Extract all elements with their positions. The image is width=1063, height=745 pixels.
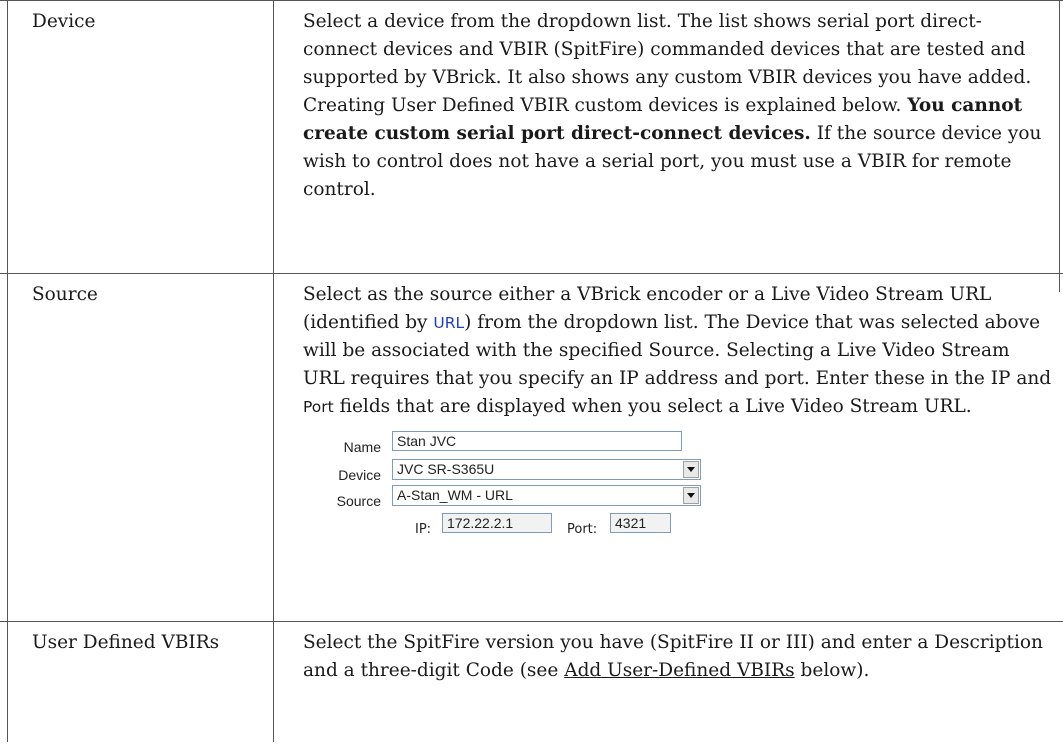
row-description-user-defined-vbirs: Select the SpitFire version you have (Sp… [288,622,1063,697]
chevron-down-icon[interactable] [683,487,699,504]
ip-label: IP: [415,522,432,537]
port-code-term: Port [303,398,334,416]
device-select[interactable]: JVC SR-S365U [392,459,701,480]
device-label: Device [338,467,381,483]
device-form-screenshot: Name Stan JVC Device JVC SR-S365U Source… [303,425,743,565]
row-label-device: Device [32,11,96,32]
table-row-device: Device Select a device from the dropdown… [0,0,1063,273]
url-code-term: URL [433,314,465,332]
row-description-source: Select as the source either a VBrick enc… [288,274,1063,577]
ip-field[interactable]: 172.22.2.1 [442,513,552,533]
port-field[interactable]: 4321 [610,513,671,533]
source-select[interactable]: A-Stan_WM - URL [392,485,701,506]
source-label: Source [336,493,381,509]
vbir-text-part2: below). [794,660,870,681]
name-field[interactable]: Stan JVC [392,431,682,451]
source-select-value: A-Stan_WM - URL [397,487,513,503]
port-label: Port: [567,522,598,537]
name-label: Name [343,439,381,455]
device-select-value: JVC SR-S365U [397,461,495,477]
chevron-down-icon[interactable] [683,461,699,478]
add-user-defined-vbirs-link[interactable]: Add User-Defined VBIRs [564,660,794,681]
row-description-device: Select a device from the dropdown list. … [288,1,1063,216]
row-label-user-defined-vbirs: User Defined VBIRs [32,632,220,653]
table-row-source: Source Select as the source either a VBr… [0,273,1063,621]
definition-table: Device Select a device from the dropdown… [0,0,1063,745]
source-text-part3: fields that are displayed when you selec… [333,396,972,417]
table-row-user-defined-vbirs: User Defined VBIRs Select the SpitFire v… [0,621,1063,745]
row-label-source: Source [32,284,98,305]
